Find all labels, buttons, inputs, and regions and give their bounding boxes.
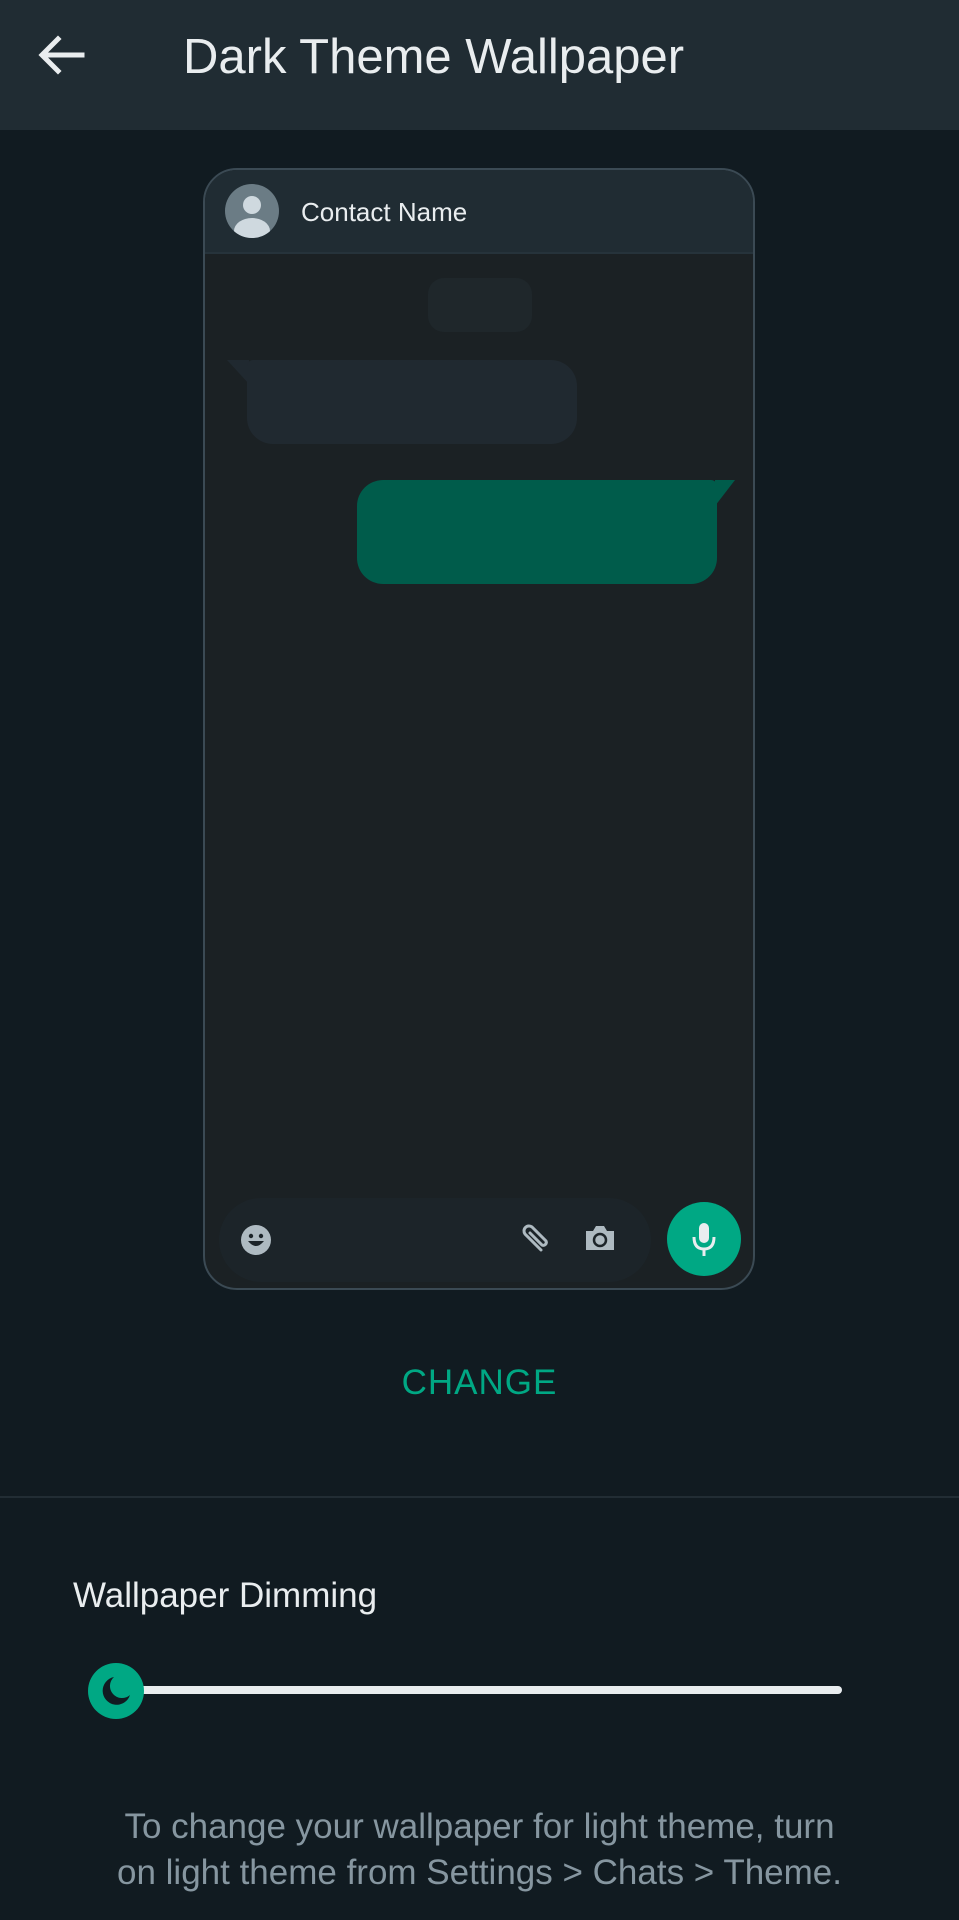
wallpaper-dimming-slider[interactable]	[86, 1662, 846, 1719]
microphone-button	[667, 1202, 741, 1276]
wallpaper-preview: Contact Name	[203, 168, 755, 1290]
page-title: Dark Theme Wallpaper	[183, 30, 685, 84]
wallpaper-dimming-label: Wallpaper Dimming	[73, 1576, 378, 1615]
light-theme-hint: To change your wallpaper for light theme…	[0, 1804, 959, 1896]
avatar	[225, 184, 279, 238]
camera-icon	[586, 1226, 614, 1250]
change-wallpaper-button[interactable]: CHANGE	[0, 1360, 959, 1406]
moon-icon	[102, 1677, 130, 1705]
emoji-icon	[241, 1225, 271, 1255]
preview-message-input	[219, 1198, 651, 1282]
slider-track[interactable]	[116, 1686, 842, 1694]
back-button[interactable]	[34, 28, 90, 84]
paperclip-attach-icon	[522, 1224, 548, 1252]
contact-name: Contact Name	[301, 197, 468, 227]
microphone-icon	[692, 1223, 716, 1256]
default-person-avatar-icon	[234, 196, 270, 238]
hint-line-2: on light theme from Settings > Chats > T…	[116, 1853, 842, 1892]
incoming-bubble-tail	[227, 360, 249, 384]
arrow-left-icon	[38, 35, 85, 75]
divider	[0, 1496, 959, 1498]
preview-chat-header: Contact Name	[205, 170, 753, 254]
incoming-message-bubble	[247, 360, 577, 444]
app-bar: Dark Theme Wallpaper	[0, 0, 959, 130]
hint-line-1: To change your wallpaper for light theme…	[124, 1807, 835, 1846]
outgoing-bubble-tail	[715, 480, 735, 506]
date-chip-placeholder	[428, 278, 532, 332]
slider-thumb[interactable]	[88, 1663, 144, 1719]
outgoing-message-bubble	[357, 480, 717, 584]
